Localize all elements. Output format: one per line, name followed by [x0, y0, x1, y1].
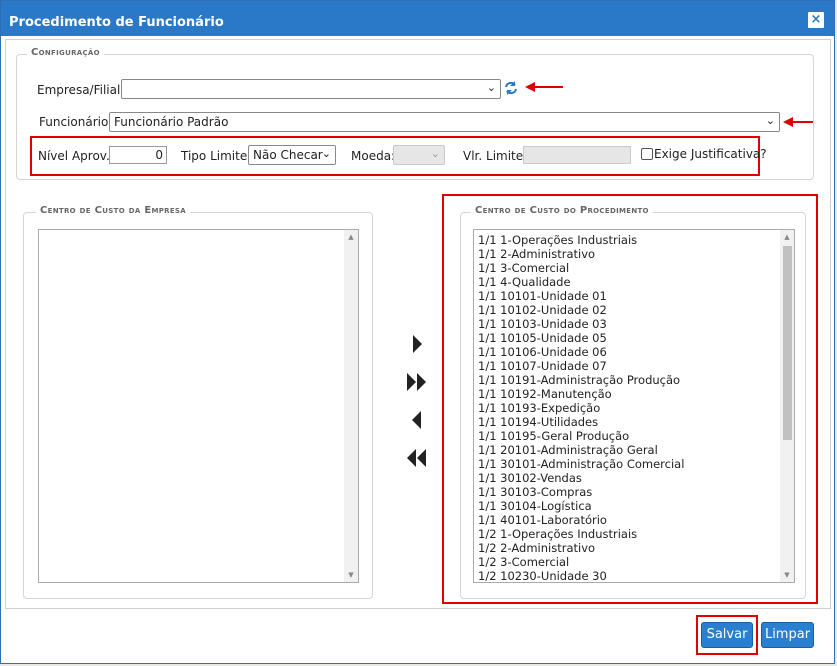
empresa-cc-fieldset: Centro de Custo da Empresa ▲ ▼: [23, 205, 373, 599]
list-item[interactable]: 1/1 10194-Utilidades: [474, 415, 794, 429]
refresh-icon[interactable]: [503, 80, 519, 96]
list-item[interactable]: 1/1 20101-Administração Geral: [474, 443, 794, 457]
list-item[interactable]: 1/1 3-Comercial: [474, 261, 794, 275]
list-item[interactable]: 1/1 40101-Laboratório: [474, 513, 794, 527]
empresa-cc-legend: Centro de Custo da Empresa: [36, 205, 190, 216]
list-item[interactable]: 1/1 30103-Compras: [474, 485, 794, 499]
move-right-icon: [413, 335, 422, 353]
close-button[interactable]: ×: [808, 12, 824, 28]
list-item[interactable]: 1/1 10193-Expedição: [474, 401, 794, 415]
list-item[interactable]: 1/1 10101-Unidade 01: [474, 289, 794, 303]
empresa-cc-list[interactable]: ▲ ▼: [38, 229, 359, 583]
list-item[interactable]: 1/1 30104-Logística: [474, 499, 794, 513]
list-item[interactable]: 1/1 10102-Unidade 02: [474, 303, 794, 317]
procedimento-cc-fieldset: Centro de Custo do Procedimento 1/1 1-Op…: [460, 205, 806, 599]
vlr-limite-label: Vlr. Limite:: [463, 149, 528, 163]
moeda-select[interactable]: ⌄: [393, 145, 445, 165]
list-item[interactable]: 1/2 2-Administrativo: [474, 541, 794, 555]
procedimento-cc-items: 1/1 1-Operações Industriais 1/1 2-Adminis…: [474, 230, 794, 582]
scrollbar[interactable]: ▲ ▼: [780, 230, 794, 582]
list-item[interactable]: 1/1 10107-Unidade 07: [474, 359, 794, 373]
scrollbar-thumb[interactable]: [783, 246, 792, 440]
list-item[interactable]: 1/1 10191-Administração Produção: [474, 373, 794, 387]
list-item[interactable]: 1/1 30102-Vendas: [474, 471, 794, 485]
move-left-icon: [412, 411, 421, 429]
exige-justificativa-checkbox[interactable]: [641, 148, 653, 160]
save-button[interactable]: Salvar: [701, 622, 753, 648]
list-item[interactable]: 1/1 2-Administrativo: [474, 247, 794, 261]
procedimento-cc-legend: Centro de Custo do Procedimento: [471, 205, 653, 216]
list-item[interactable]: 1/2 3-Comercial: [474, 555, 794, 569]
move-right-button[interactable]: [402, 333, 432, 355]
move-all-left-button[interactable]: [402, 447, 432, 469]
tipo-limite-select[interactable]: Não Checar ⌄: [248, 145, 336, 165]
dialog-title-bar: Procedimento de Funcionário ×: [1, 1, 834, 36]
exige-justificativa-label: Exige Justificativa?: [654, 147, 767, 161]
highlight-arrow-icon: [525, 82, 563, 92]
list-item[interactable]: 1/1 1-Operações Industriais: [474, 233, 794, 247]
list-item[interactable]: 1/2 1-Operações Industriais: [474, 527, 794, 541]
chevron-down-icon: ⌄: [486, 81, 496, 94]
config-fieldset: Configuração Empresa/Filial: ⌄ Funcionár…: [16, 47, 814, 180]
empresa-select[interactable]: ⌄: [121, 79, 501, 99]
scroll-up-icon[interactable]: ▲: [344, 230, 358, 244]
scroll-down-icon[interactable]: ▼: [344, 568, 358, 582]
config-legend: Configuração: [27, 47, 104, 58]
list-item[interactable]: 1/1 10103-Unidade 03: [474, 317, 794, 331]
clear-button[interactable]: Limpar: [761, 622, 814, 648]
dialog-body: Configuração Empresa/Filial: ⌄ Funcionár…: [5, 39, 831, 609]
scroll-down-icon[interactable]: ▼: [780, 568, 794, 582]
list-item[interactable]: 1/1 10106-Unidade 06: [474, 345, 794, 359]
move-left-button[interactable]: [402, 409, 432, 431]
move-all-right-icon: [407, 373, 426, 391]
highlight-arrow-icon: [783, 117, 813, 127]
chevron-down-icon: ⌄: [321, 147, 331, 160]
list-item[interactable]: 1/1 10195-Geral Produção: [474, 429, 794, 443]
empresa-label: Empresa/Filial:: [37, 83, 125, 97]
chevron-down-icon: ⌄: [430, 147, 440, 160]
scrollbar[interactable]: ▲ ▼: [344, 230, 358, 582]
scroll-up-icon[interactable]: ▲: [780, 230, 794, 244]
list-item[interactable]: 1/1 10105-Unidade 05: [474, 331, 794, 345]
list-item[interactable]: 1/2 10230-Unidade 30: [474, 569, 794, 582]
list-item[interactable]: 1/1 30101-Administração Comercial: [474, 457, 794, 471]
vlr-limite-input[interactable]: [523, 146, 631, 164]
nivel-aprov-label: Nível Aprov.:: [38, 149, 114, 163]
moeda-label: Moeda:: [351, 149, 396, 163]
chevron-down-icon: ⌄: [765, 114, 775, 127]
dialog-title: Procedimento de Funcionário: [9, 15, 224, 30]
funcionario-select[interactable]: Funcionário Padrão ⌄: [109, 112, 780, 132]
move-all-left-icon: [407, 449, 426, 467]
funcionario-label: Funcionário:: [39, 115, 113, 129]
procedimento-dialog: Procedimento de Funcionário × Configuraç…: [0, 0, 835, 664]
move-all-right-button[interactable]: [402, 371, 432, 393]
list-item[interactable]: 1/1 4-Qualidade: [474, 275, 794, 289]
tipo-limite-label: Tipo Limite:: [181, 149, 252, 163]
procedimento-cc-list[interactable]: 1/1 1-Operações Industriais 1/1 2-Adminis…: [473, 229, 795, 583]
nivel-aprov-input[interactable]: 0: [109, 146, 167, 164]
list-item[interactable]: 1/1 10192-Manutenção: [474, 387, 794, 401]
